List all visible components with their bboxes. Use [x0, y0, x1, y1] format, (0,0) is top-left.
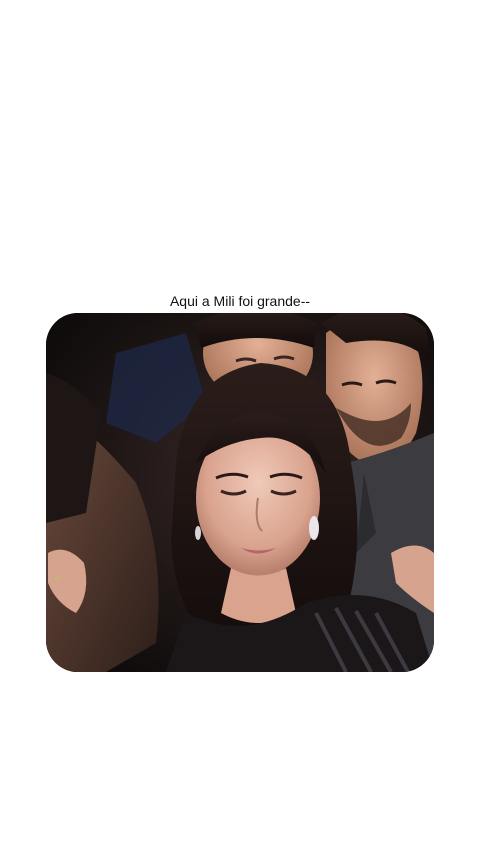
photo-illustration	[46, 313, 434, 672]
post-photo[interactable]	[46, 313, 434, 672]
post-caption: Aqui a Mili foi grande--	[169, 293, 311, 309]
